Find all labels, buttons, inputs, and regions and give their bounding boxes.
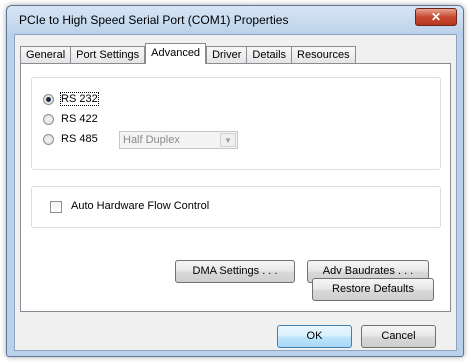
rs232-radio[interactable]: RS 232: [43, 92, 99, 106]
dma-settings-button[interactable]: DMA Settings . . .: [175, 260, 295, 283]
advanced-tab-panel: RS 232 RS 422 RS 485 Half Duplex ▼ Auto …: [20, 63, 451, 312]
tab-details[interactable]: Details: [246, 46, 293, 64]
tab-strip: General Port Settings Advanced Driver De…: [20, 43, 356, 64]
rs485-label: RS 485: [61, 133, 98, 145]
flow-control-group: Auto Hardware Flow Control: [31, 186, 441, 228]
auto-flow-control-label: Auto Hardware Flow Control: [71, 200, 210, 212]
rs422-radio[interactable]: RS 422: [43, 113, 98, 125]
rs422-radio-button[interactable]: [43, 113, 54, 125]
rs422-label: RS 422: [61, 113, 98, 125]
rs485-radio-button[interactable]: [43, 133, 54, 145]
window-title: PCIe to High Speed Serial Port (COM1) Pr…: [19, 13, 289, 27]
restore-defaults-button[interactable]: Restore Defaults: [312, 278, 434, 301]
rs485-radio[interactable]: RS 485: [43, 133, 98, 145]
dialog-body: General Port Settings Advanced Driver De…: [14, 34, 457, 351]
chevron-down-icon[interactable]: ▼: [220, 133, 236, 147]
tab-advanced[interactable]: Advanced: [145, 43, 207, 64]
tab-driver[interactable]: Driver: [206, 46, 248, 64]
duplex-select[interactable]: Half Duplex ▼: [119, 131, 238, 149]
serial-mode-group: RS 232 RS 422 RS 485 Half Duplex ▼: [31, 77, 441, 170]
properties-dialog: PCIe to High Speed Serial Port (COM1) Pr…: [6, 5, 464, 357]
duplex-select-value: Half Duplex: [123, 134, 180, 146]
tab-general[interactable]: General: [20, 46, 72, 64]
tab-resources[interactable]: Resources: [291, 46, 356, 64]
rs232-radio-button[interactable]: [43, 93, 54, 105]
ok-button[interactable]: OK: [277, 325, 352, 348]
tab-port-settings[interactable]: Port Settings: [70, 46, 146, 64]
cancel-button[interactable]: Cancel: [361, 325, 436, 348]
close-button[interactable]: ✕: [415, 8, 457, 26]
auto-flow-control-checkbox[interactable]: [50, 201, 62, 213]
close-icon: ✕: [430, 10, 442, 24]
title-bar[interactable]: PCIe to High Speed Serial Port (COM1) Pr…: [7, 6, 463, 32]
rs232-label: RS 232: [60, 92, 99, 106]
